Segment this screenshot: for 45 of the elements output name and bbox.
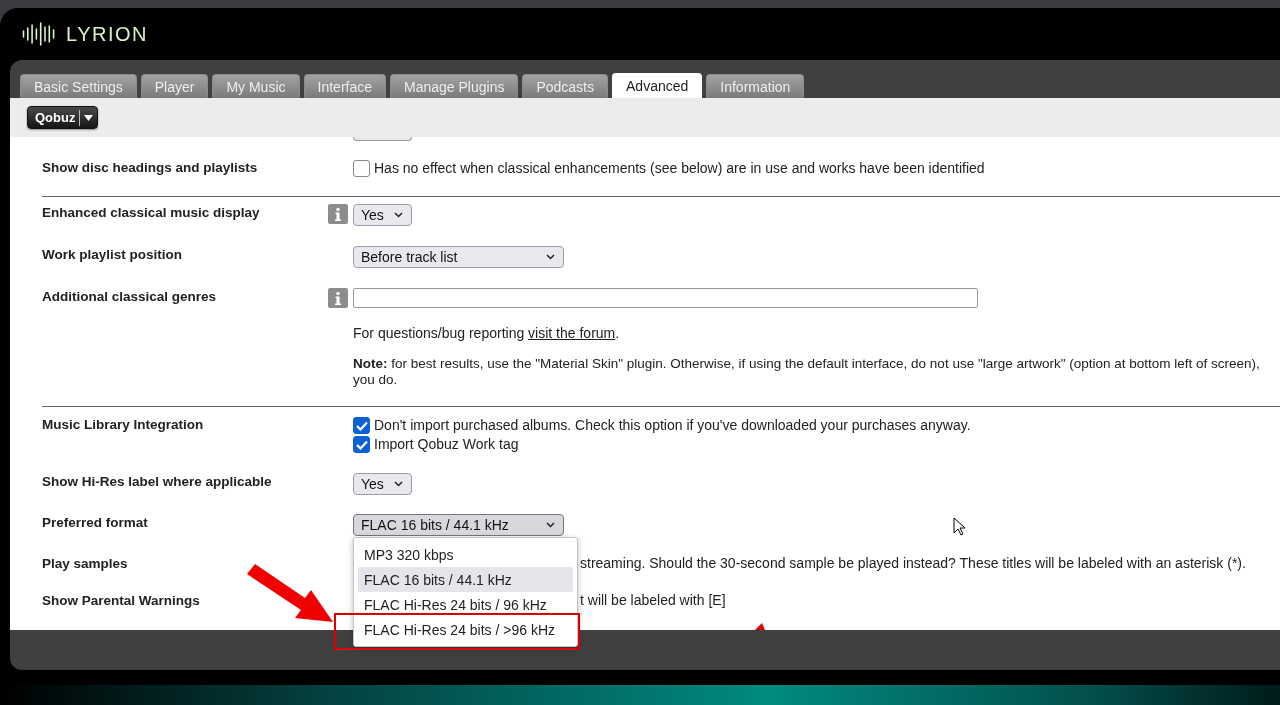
setting-label: Enhanced classical music display (42, 204, 261, 222)
setting-label: Additional classical genres (42, 288, 218, 306)
checkbox-label: Don't import purchased albums. Check this option if you've downloaded your purchases anyway. (374, 416, 971, 435)
checkbox-label: Has no effect when classical enhancements (see below) are in use and works have been identified (374, 159, 985, 178)
help-text: For questions/bug reporting visit the forum. (353, 325, 621, 341)
info-icon[interactable] (328, 288, 348, 308)
dropdown-select[interactable]: Yes (353, 204, 412, 226)
dropdown-select[interactable]: Before track list (353, 246, 564, 268)
checkbox-option[interactable]: Don't import purchased albums. Check this option if you've downloaded your purchases anyway. (353, 416, 1280, 435)
setting-label: Music Library Integration (42, 416, 205, 434)
waveform-logo-icon (22, 22, 56, 46)
app-name: LYRION (66, 22, 148, 46)
note-text: Note: for best results, use the "Material Skin" plugin. Otherwise, if using the default interface, do not use "large artwork" (option at bottom left of screen), you do. (353, 356, 1261, 388)
dropdown-option[interactable]: FLAC 16 bits / 44.1 kHz (358, 567, 573, 592)
setting-label: Show Hi-Res label where applicable (42, 473, 273, 491)
checkbox[interactable] (353, 160, 370, 177)
setting-label: Show disc headings and playlists (42, 159, 259, 177)
setting-label: Preferred format (42, 514, 149, 532)
checkbox-label: Import Qobuz Work tag (374, 435, 519, 454)
dropdown-option[interactable]: FLAC Hi-Res 24 bits / >96 kHz (358, 617, 573, 642)
chevron-down-icon (546, 254, 555, 260)
input-field[interactable] (353, 288, 978, 308)
checkbox[interactable] (353, 417, 370, 434)
mouse-pointer-icon (953, 517, 967, 536)
dropdown-option[interactable]: MP3 320 kbps (358, 542, 573, 567)
dropdown-select[interactable] (353, 137, 412, 141)
checkbox[interactable] (353, 436, 370, 453)
dropdown-select[interactable]: FLAC 16 bits / 44.1 kHz (353, 514, 564, 536)
description-text: streaming. Should the 30-second sample be played instead? These titles will be labeled with an asterisk (*). (580, 555, 1246, 571)
dropdown-option[interactable]: FLAC Hi-Res 24 bits / 96 kHz (358, 592, 573, 617)
checkbox-option[interactable]: Import Qobuz Work tag (353, 435, 1280, 454)
chevron-down-icon (546, 522, 555, 528)
settings-tab[interactable]: Advanced (612, 73, 703, 98)
dropdown-select[interactable]: Yes (353, 473, 412, 495)
chevron-down-icon (394, 481, 403, 487)
plugin-menu-button[interactable]: Qobuz (27, 106, 99, 129)
arrow-tip-icon (755, 623, 765, 630)
chevron-down-icon (394, 212, 403, 218)
info-icon[interactable] (328, 204, 348, 224)
caret-icon (84, 114, 94, 121)
setting-label: Show Parental Warnings (42, 592, 201, 610)
description-text: t will be labeled with [E] (580, 592, 726, 608)
checkbox-option[interactable]: Has no effect when classical enhancements (see below) are in use and works have been identified (353, 159, 1280, 178)
setting-label: Play samples (42, 555, 129, 573)
setting-label: Work playlist position (42, 246, 184, 264)
